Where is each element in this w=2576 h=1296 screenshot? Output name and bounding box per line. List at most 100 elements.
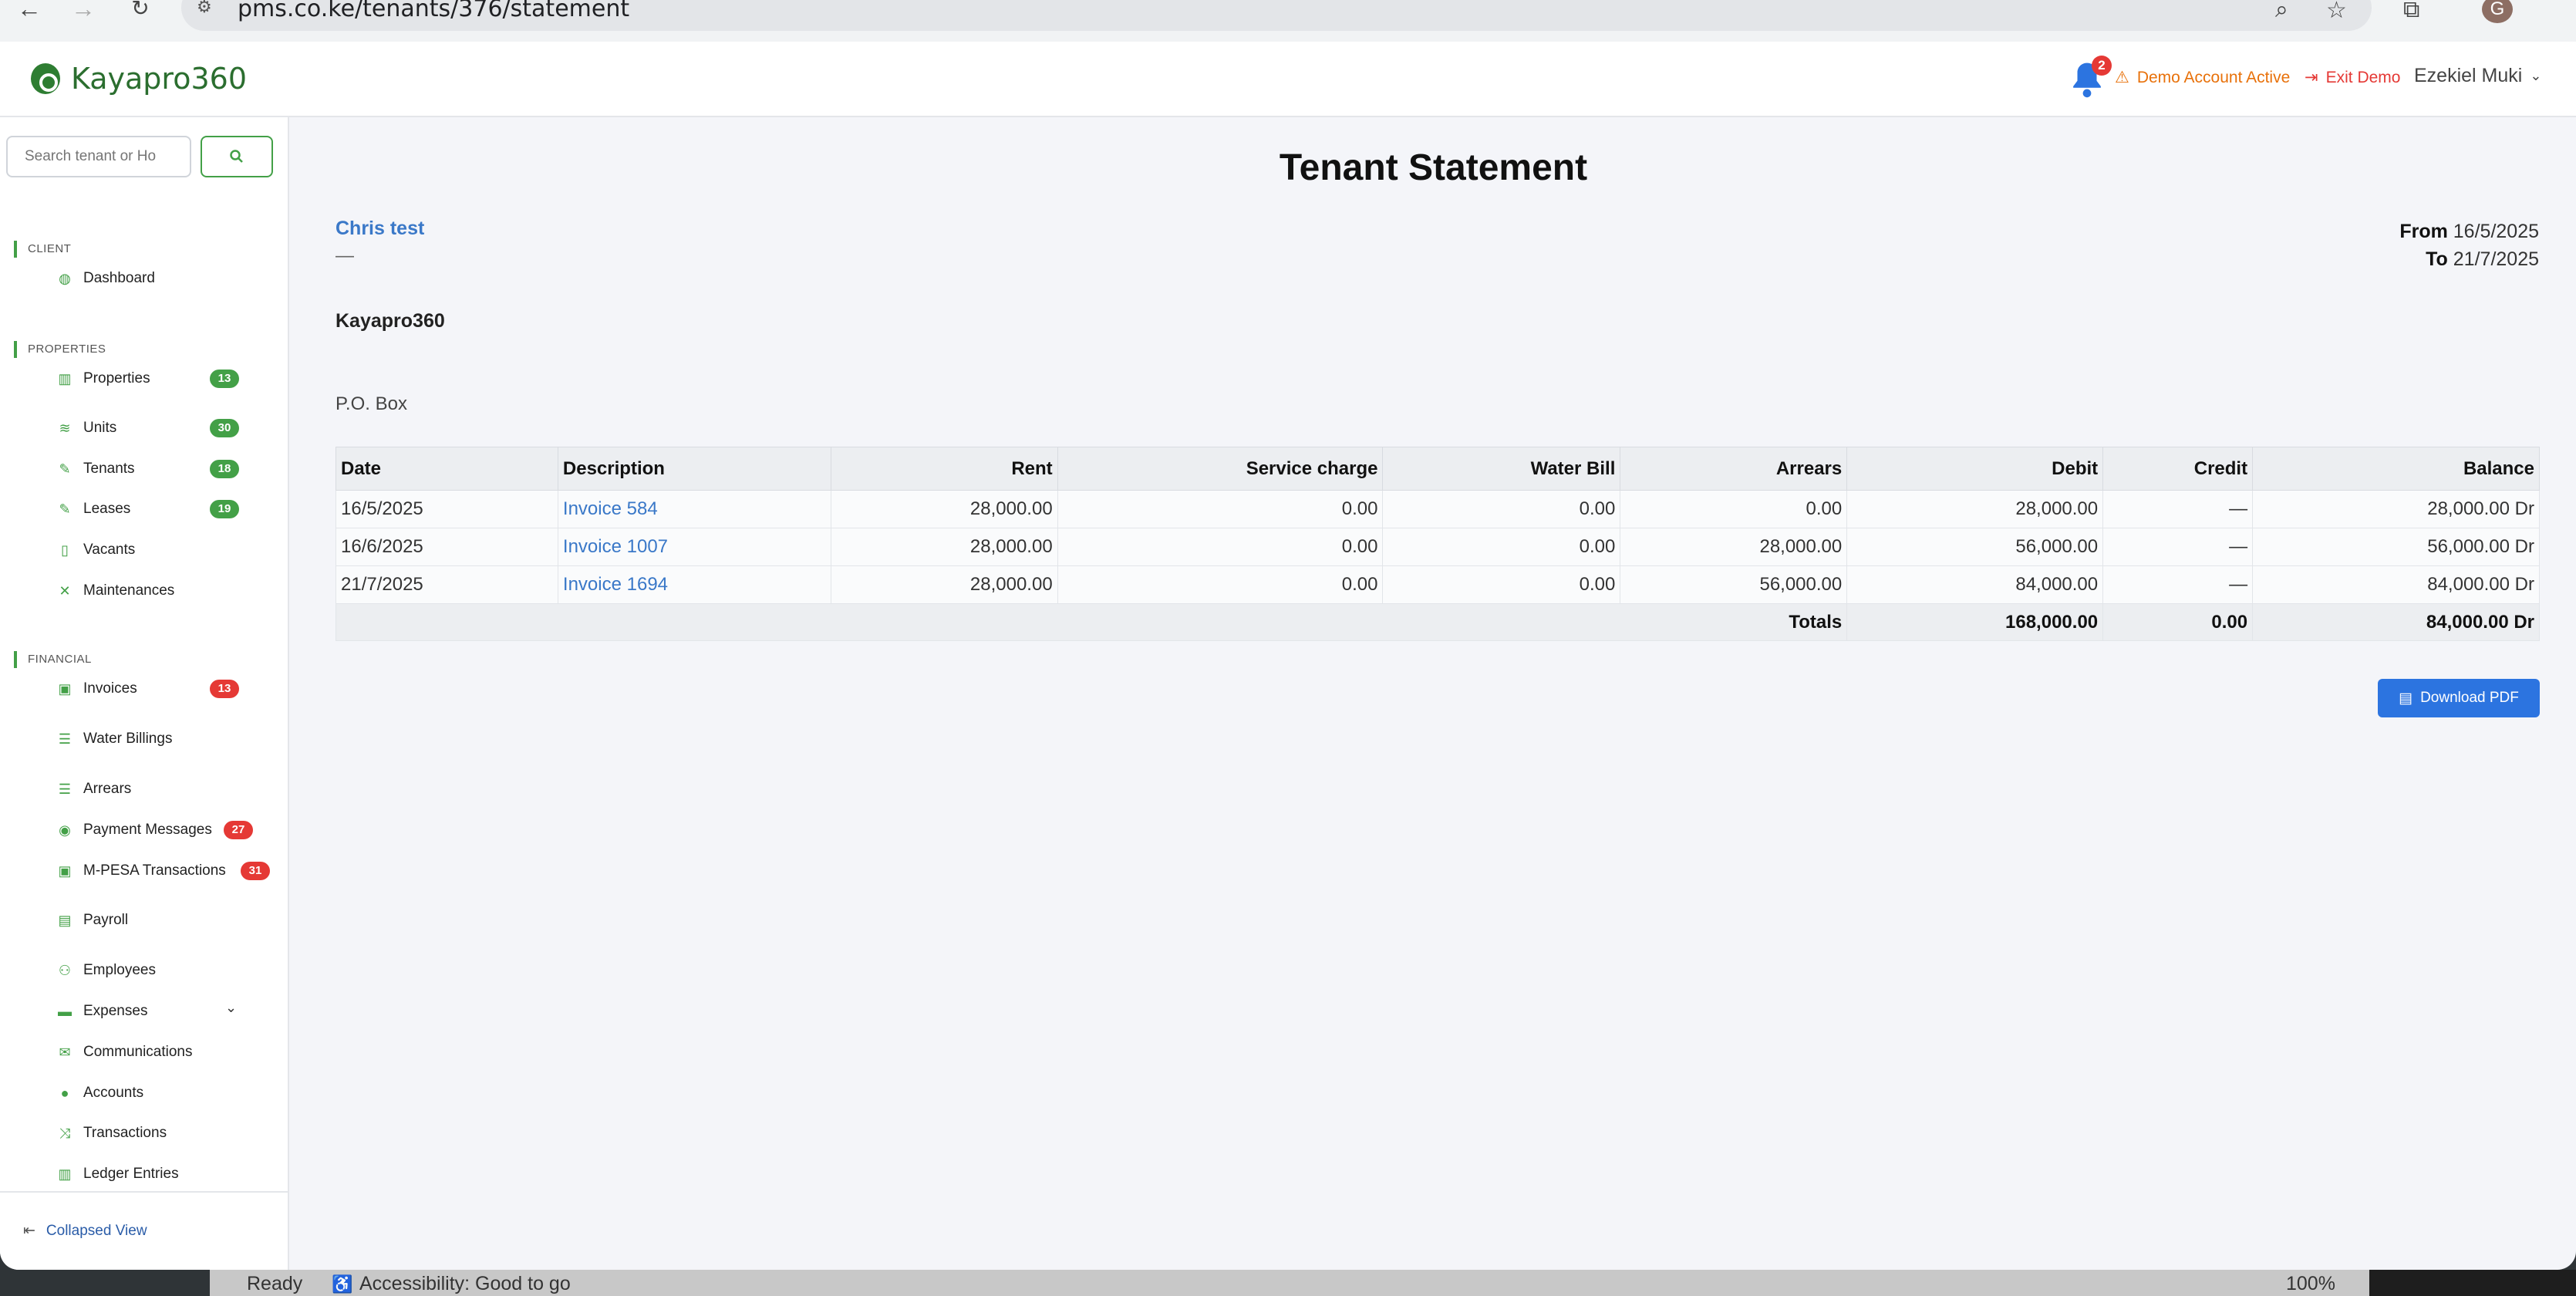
sidebar-item-label: Transactions — [83, 1125, 167, 1141]
tenant-name-link[interactable]: Chris test — [335, 218, 424, 240]
table-row: 21/7/2025 Invoice 1694 28,000.00 0.00 0.… — [335, 565, 2540, 604]
sidebar-item-tenants[interactable]: ✎ Tenants — [57, 456, 134, 482]
column-header: Balance — [2252, 447, 2540, 491]
column-header: Credit — [2102, 447, 2254, 491]
sidebar-item-payroll[interactable]: ▤ Payroll — [57, 907, 128, 933]
brand-logo-icon — [31, 63, 60, 94]
sidebar-item-water-billings[interactable]: ☰ Water Billings — [57, 726, 173, 752]
url-text[interactable]: pms.co.ke/tenants/376/statement — [238, 0, 629, 22]
po-box: P.O. Box — [335, 393, 407, 414]
rent-cell: 28,000.00 — [830, 565, 1058, 604]
sidebar-item-vacants[interactable]: ▯ Vacants — [57, 537, 135, 563]
reload-icon[interactable]: ↻ — [122, 0, 159, 19]
sidebar-item-units[interactable]: ≋ Units — [57, 415, 116, 441]
id-card-icon: ▤ — [58, 912, 72, 928]
invoices-count-badge: 13 — [210, 680, 239, 698]
app-window: Kayapro360 2 ⚠ Demo Account Active ⇥ Exi… — [0, 42, 2576, 1270]
collapsed-view-label: Collapsed View — [46, 1222, 147, 1239]
download-pdf-label: Download PDF — [2420, 690, 2519, 706]
piggy-bank-icon: ● — [60, 1085, 69, 1101]
envelope-icon: ✉ — [59, 1044, 71, 1060]
zoom-search-icon[interactable]: ⌕ — [2275, 0, 2288, 23]
sidebar-item-label: Communications — [83, 1044, 193, 1060]
back-icon[interactable]: ← — [11, 0, 48, 21]
column-header: Description — [557, 447, 831, 491]
sidebar-item-expenses[interactable]: ▬ Expenses — [57, 998, 147, 1024]
expenses-chevron-down-icon[interactable]: ⌄ — [225, 1000, 237, 1016]
debit-cell: 56,000.00 — [1846, 528, 2104, 566]
company-name: Kayapro360 — [335, 310, 445, 332]
statement-table: Date Description Rent Service charge Wat… — [335, 447, 2540, 641]
profile-avatar[interactable]: G — [2482, 0, 2513, 23]
from-date: 16/5/2025 — [2453, 221, 2539, 242]
sidebar-item-dashboard[interactable]: ◍ Dashboard — [57, 265, 155, 292]
list-icon: ☰ — [58, 781, 72, 797]
sidebar-item-arrears[interactable]: ☰ Arrears — [57, 776, 131, 802]
total-credit: 0.00 — [2102, 603, 2254, 641]
water-bill-cell: 0.00 — [1382, 528, 1621, 566]
chat-icon: ◉ — [59, 822, 71, 838]
download-pdf-button[interactable]: ▤ Download PDF — [2378, 679, 2540, 717]
background-status-bar: Ready ♿ Accessibility: Good to go 100% — [0, 1270, 2576, 1296]
column-header: Arrears — [1620, 447, 1848, 491]
to-date: 21/7/2025 — [2453, 248, 2539, 270]
sidebar-item-communications[interactable]: ✉ Communications — [57, 1039, 193, 1065]
bookmark-star-icon[interactable]: ☆ — [2326, 0, 2347, 24]
notification-count-badge: 2 — [2092, 56, 2112, 76]
brand-name: Kayapro360 — [71, 62, 247, 96]
user-name: Ezekiel Muki — [2414, 65, 2523, 86]
accessibility-status[interactable]: Accessibility: Good to go — [359, 1273, 571, 1295]
main-content: Tenant Statement Chris test — From 16/5/… — [291, 117, 2576, 1270]
service-charge-cell: 0.00 — [1057, 565, 1384, 604]
site-info-icon[interactable]: ⚙ — [197, 0, 212, 17]
user-menu[interactable]: Ezekiel Muki ⌄ — [2414, 65, 2541, 87]
invoice-link[interactable]: Invoice 584 — [557, 490, 831, 528]
totals-label: Totals — [335, 603, 1848, 641]
dashboard-icon: ◍ — [59, 270, 71, 286]
sidebar-item-transactions[interactable]: ⤨ Transactions — [57, 1120, 167, 1146]
sidebar-item-label: Ledger Entries — [83, 1166, 179, 1182]
totals-row: Totals 168,000.00 0.00 84,000.00 Dr — [335, 603, 2540, 641]
sidebar-item-employees[interactable]: ⚇ Employees — [57, 957, 156, 984]
chevron-down-icon: ⌄ — [2530, 68, 2542, 83]
sidebar-item-payment-messages[interactable]: ◉ Payment Messages — [57, 817, 212, 843]
extensions-icon[interactable]: ⧉ — [2403, 0, 2419, 23]
building-icon: ▥ — [58, 370, 72, 386]
properties-count-badge: 13 — [210, 370, 239, 388]
sidebar-item-mpesa-transactions[interactable]: ▣ M-PESA Transactions — [57, 858, 225, 884]
total-balance: 84,000.00 Dr — [2252, 603, 2540, 641]
demo-status-text: Demo Account Active — [2136, 68, 2291, 86]
shuffle-icon: ⤨ — [59, 1125, 71, 1141]
section-client: CLIENT — [14, 241, 71, 258]
credit-cell: — — [2102, 490, 2254, 528]
sidebar-item-maintenances[interactable]: ✕ Maintenances — [57, 578, 174, 604]
sidebar-item-label: Dashboard — [83, 270, 155, 286]
arrears-cell: 56,000.00 — [1620, 565, 1848, 604]
exit-demo-label: Exit Demo — [2325, 68, 2401, 86]
sidebar-item-accounts[interactable]: ● Accounts — [57, 1080, 144, 1106]
zoom-level[interactable]: 100% — [2286, 1273, 2335, 1295]
lease-edit-icon: ✎ — [59, 501, 71, 517]
sidebar-item-ledger-entries[interactable]: ▥ Ledger Entries — [57, 1161, 179, 1187]
sidebar-item-label: Water Billings — [83, 731, 173, 747]
warning-icon: ⚠ — [2115, 69, 2129, 86]
table-row: 16/5/2025 Invoice 584 28,000.00 0.00 0.0… — [335, 490, 2540, 528]
exit-demo-button[interactable]: ⇥ Exit Demo — [2305, 68, 2400, 87]
sidebar-item-properties[interactable]: ▥ Properties — [57, 366, 150, 392]
forward-icon[interactable]: → — [65, 0, 102, 21]
search-input[interactable] — [6, 136, 191, 177]
invoice-link[interactable]: Invoice 1694 — [557, 565, 831, 604]
sidebar-item-leases[interactable]: ✎ Leases — [57, 496, 130, 522]
notifications-button[interactable]: 2 — [2070, 56, 2112, 99]
users-icon: ⚇ — [58, 962, 72, 978]
tenants-count-badge: 18 — [210, 460, 239, 478]
collapsed-view-button[interactable]: ⇤ Collapsed View — [23, 1222, 147, 1240]
tools-icon: ✕ — [59, 582, 71, 599]
list-icon: ☰ — [58, 731, 72, 747]
sidebar-item-invoices[interactable]: ▣ Invoices — [57, 676, 137, 702]
column-header: Service charge — [1057, 447, 1384, 491]
brand[interactable]: Kayapro360 — [31, 62, 247, 96]
search-button[interactable] — [201, 136, 273, 177]
tenant-subtext: — — [335, 245, 354, 266]
invoice-link[interactable]: Invoice 1007 — [557, 528, 831, 566]
